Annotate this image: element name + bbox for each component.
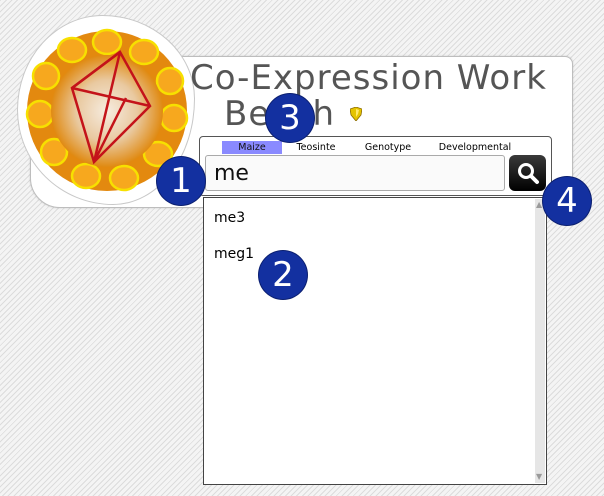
- search-button[interactable]: [509, 155, 546, 191]
- gene-search-input[interactable]: [205, 155, 505, 191]
- tab-maize[interactable]: Maize: [222, 141, 282, 154]
- tab-teosinte[interactable]: Teosinte: [287, 141, 345, 154]
- app-title-line1: Co-Expression Work: [190, 58, 547, 98]
- suggestion-item[interactable]: meg1: [214, 246, 254, 262]
- callout-1: 1: [157, 157, 205, 205]
- suggestion-dropdown: me3 meg1 ▲ ▼: [203, 197, 547, 485]
- callout-4: 4: [543, 177, 591, 225]
- dataset-tabs: Maize Teosinte Genotype Developmental: [200, 141, 551, 154]
- callout-3: 3: [266, 94, 314, 142]
- tab-developmental[interactable]: Developmental: [430, 141, 520, 154]
- scroll-up-arrow-icon[interactable]: ▲: [536, 201, 542, 209]
- suggestion-item[interactable]: me3: [214, 210, 245, 226]
- tab-genotype[interactable]: Genotype: [356, 141, 420, 154]
- app-title-line2: Bench: [190, 96, 570, 132]
- shield-icon: [350, 107, 362, 121]
- app-title: Co-Expression Work Bench: [190, 60, 570, 132]
- callout-2: 2: [259, 251, 307, 299]
- dropdown-scrollbar[interactable]: ▲ ▼: [535, 199, 545, 483]
- magnifier-icon: [518, 163, 539, 184]
- scroll-down-arrow-icon[interactable]: ▼: [536, 473, 542, 481]
